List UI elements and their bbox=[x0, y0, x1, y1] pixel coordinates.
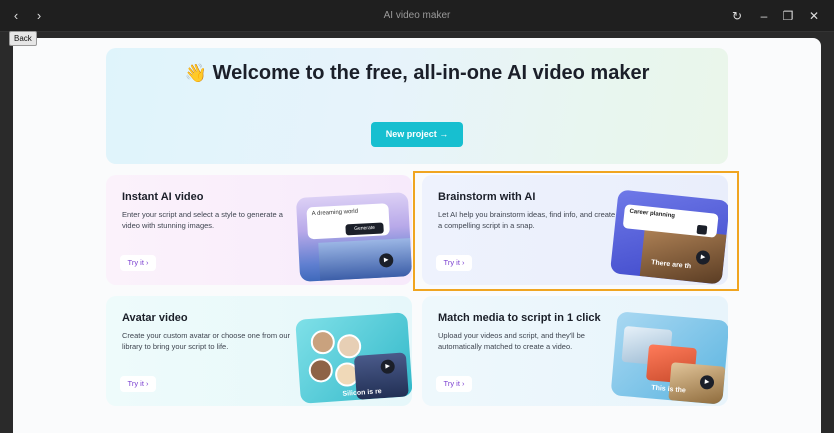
card-title: Avatar video bbox=[122, 312, 188, 324]
refresh-icon: ↻ bbox=[731, 9, 743, 23]
close-button[interactable]: ✕ bbox=[803, 6, 825, 26]
card-description: Enter your script and select a style to … bbox=[122, 210, 283, 230]
card-description: Let AI help you brainstorm ideas, find i… bbox=[438, 210, 616, 230]
card-title: Match media to script in 1 click bbox=[438, 312, 601, 324]
card-description: Upload your videos and script, and they'… bbox=[438, 331, 585, 351]
new-project-button[interactable]: New project → bbox=[371, 122, 463, 147]
card-avatar-video[interactable]: Avatar video Create your custom avatar o… bbox=[106, 296, 412, 406]
chevron-right-icon: › bbox=[36, 8, 42, 23]
waving-hand-icon: 👋 bbox=[184, 63, 208, 83]
restore-button[interactable]: ❐ bbox=[777, 6, 799, 26]
refresh-button[interactable]: ↻ bbox=[726, 6, 748, 26]
card-title: Brainstorm with AI bbox=[438, 191, 536, 203]
try-it-button[interactable]: Try it › bbox=[436, 255, 472, 271]
landscape-image bbox=[318, 238, 412, 281]
card-brainstorm-with-ai[interactable]: Brainstorm with AI Let AI help you brain… bbox=[422, 175, 728, 285]
card-description: Create your custom avatar or choose one … bbox=[122, 331, 290, 351]
hero-title: 👋 Welcome to the free, all-in-one AI vid… bbox=[106, 61, 728, 86]
avatar-illustration: Silicon is re ▶ bbox=[295, 312, 412, 404]
generate-chip: Generate bbox=[345, 222, 384, 236]
brainstorm-illustration: Career planning There are th ▶ bbox=[609, 189, 728, 285]
back-button[interactable]: ‹ bbox=[6, 6, 26, 26]
chevron-left-icon: ‹ bbox=[13, 8, 19, 23]
avatar-face bbox=[310, 329, 336, 355]
window-title: AI video maker bbox=[383, 10, 451, 21]
card-title: Instant AI video bbox=[122, 191, 204, 203]
avatar-face bbox=[307, 357, 334, 384]
media-thumbnail bbox=[668, 362, 726, 405]
forward-button[interactable]: › bbox=[29, 6, 49, 26]
try-it-button[interactable]: Try it › bbox=[120, 376, 156, 392]
hero-banner: 👋 Welcome to the free, all-in-one AI vid… bbox=[106, 48, 728, 164]
match-media-illustration: This is the ▶ bbox=[610, 311, 728, 405]
back-tooltip: Back bbox=[9, 31, 37, 46]
minimize-icon: – bbox=[760, 9, 768, 23]
minimize-button[interactable]: – bbox=[753, 6, 775, 26]
hero-title-text: Welcome to the free, all-in-one AI video… bbox=[212, 62, 650, 84]
title-bar: ‹ › AI video maker ↻ – ❐ ✕ bbox=[0, 0, 834, 32]
instant-ai-video-illustration: A dreaming world Generate ▶ bbox=[295, 192, 412, 282]
search-icon bbox=[696, 224, 708, 235]
card-match-media[interactable]: Match media to script in 1 click Upload … bbox=[422, 296, 728, 406]
try-it-button[interactable]: Try it › bbox=[120, 255, 156, 271]
close-icon: ✕ bbox=[808, 9, 820, 23]
restore-icon: ❐ bbox=[782, 9, 794, 23]
try-it-button[interactable]: Try it › bbox=[436, 376, 472, 392]
card-instant-ai-video[interactable]: Instant AI video Enter your script and s… bbox=[106, 175, 412, 285]
